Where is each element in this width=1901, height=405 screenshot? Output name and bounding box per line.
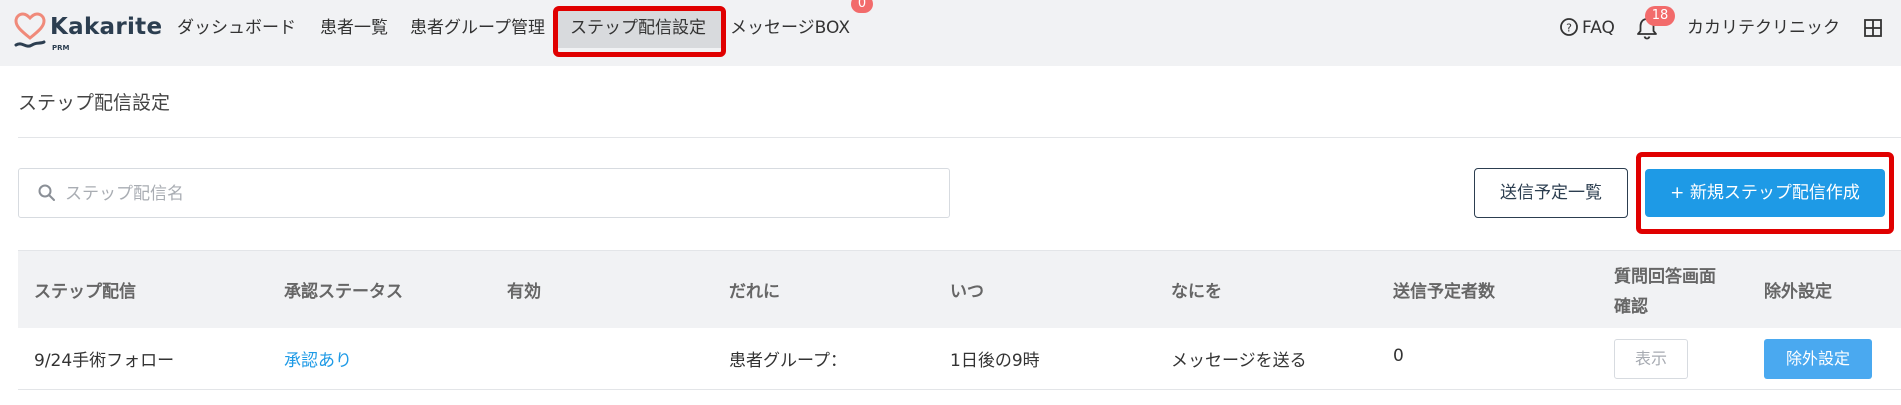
table-header: ステップ配信 承認ステータス 有効 だれに いつ なにを 送信予定者数 質問回答… [18,250,1901,329]
col-header-name: ステップ配信 [34,282,136,302]
col-header-confirm-line1: 質問回答画面 [1614,267,1716,287]
title-divider [18,137,1901,138]
kakarite-logo[interactable]: Kakarite PRM [14,12,162,52]
cell-status[interactable]: 承認あり [284,346,352,371]
col-header-exclude: 除外設定 [1764,282,1832,302]
help-circle-icon: ? [1560,18,1578,36]
col-header-count: 送信予定者数 [1393,282,1495,302]
faq-link[interactable]: FAQ [1582,14,1615,42]
col-header-who: だれに [729,282,780,302]
top-nav-bar: Kakarite PRM ダッシュボード 患者一覧 患者グループ管理 ステップ配… [0,0,1901,66]
nav-patient-list[interactable]: 患者一覧 [320,14,388,42]
nav-message-box[interactable]: メッセージBOX [730,14,850,42]
cell-who: 患者グループ： [729,351,847,371]
send-schedule-button[interactable]: 送信予定一覧 [1474,168,1628,218]
search-field[interactable] [18,168,950,218]
grid-menu-icon[interactable] [1864,19,1882,37]
search-icon [38,184,55,201]
heart-logo-icon [14,12,46,48]
nav-highlight-annotation [553,6,726,57]
cell-count: 0 [1393,346,1404,366]
col-header-when: いつ [950,282,984,302]
search-input[interactable] [63,179,927,209]
col-header-confirm-line2: 確認 [1614,297,1648,317]
col-header-status: 承認ステータス [284,282,403,302]
logo-subtext: PRM [52,44,70,52]
svg-text:?: ? [1566,22,1572,35]
message-count-badge: 0 [851,0,873,13]
cell-what: メッセージを送る [1171,351,1307,371]
logo-text: Kakarite [50,14,163,40]
exclude-settings-button[interactable]: 除外設定 [1764,339,1872,379]
page-title: ステップ配信設定 [18,92,171,114]
create-button-highlight-annotation [1636,152,1894,234]
nav-dashboard[interactable]: ダッシュボード [177,14,296,42]
table-row[interactable]: 9/24手術フォロー 承認あり 患者グループ： 1日後の9時 メッセージを送る … [18,328,1901,390]
col-header-what: なにを [1171,282,1222,302]
col-header-active: 有効 [507,282,541,302]
nav-patient-group[interactable]: 患者グループ管理 [410,14,545,42]
view-button[interactable]: 表示 [1614,339,1688,379]
cell-name[interactable]: 9/24手術フォロー [34,346,174,371]
cell-when: 1日後の9時 [950,351,1040,371]
clinic-name[interactable]: カカリテクリニック [1687,14,1840,42]
notification-count-badge: 18 [1645,6,1675,26]
